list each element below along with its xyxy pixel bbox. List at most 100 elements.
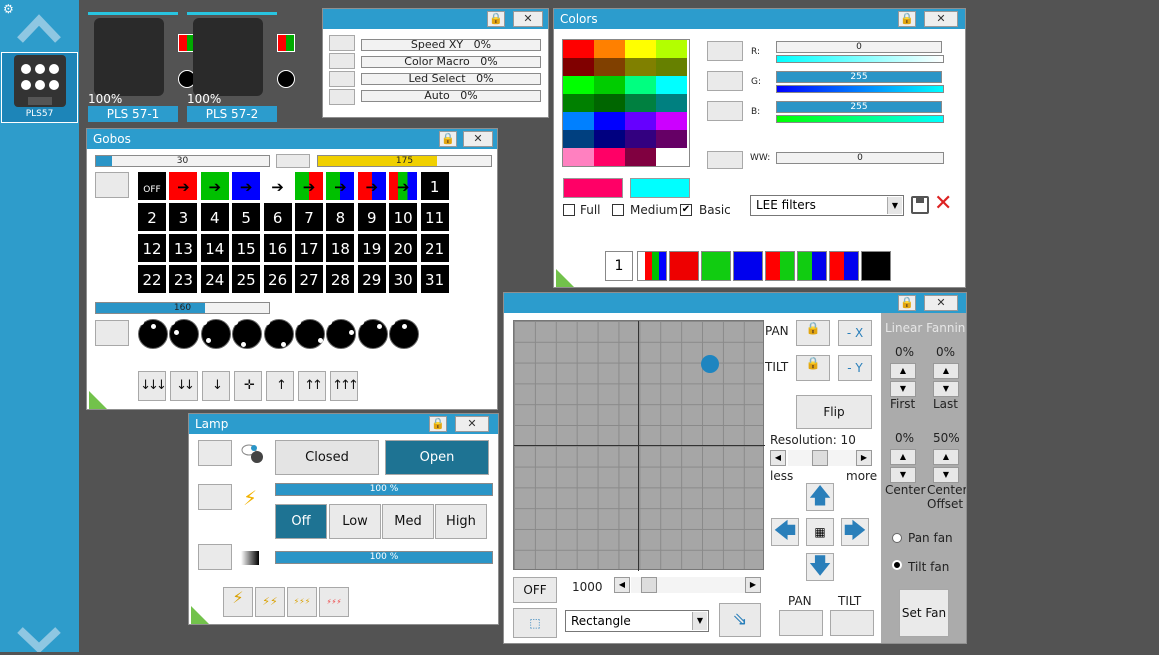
channel-bar[interactable]: Led Select 0% — [361, 73, 541, 85]
color-palette[interactable] — [562, 39, 690, 167]
palette-swatch[interactable] — [563, 130, 594, 148]
tilt-fan-radio[interactable] — [892, 560, 902, 570]
gobo-rotation-bar[interactable]: 30 — [95, 155, 270, 167]
gobo-cell[interactable]: 15 — [231, 233, 262, 263]
preset-number[interactable]: 1 — [605, 251, 633, 281]
gobo-off-cell[interactable]: OFF — [137, 171, 167, 201]
color-preset-swatch[interactable] — [861, 251, 891, 281]
color-macro-cell[interactable]: ➔ — [168, 171, 199, 201]
mode-med[interactable]: Med — [382, 504, 434, 539]
color-macro-cell[interactable]: ➔ — [262, 171, 293, 201]
arrow-right-button[interactable]: 🡆 — [841, 518, 869, 546]
close-button[interactable]: ✕ — [513, 11, 543, 27]
gobo-cell[interactable]: 4 — [199, 202, 230, 232]
palette-swatch[interactable] — [625, 112, 656, 130]
palette-swatch[interactable] — [656, 148, 687, 166]
selected-color-a[interactable] — [563, 178, 623, 198]
gobo-cell[interactable]: 14 — [199, 233, 230, 263]
palette-swatch[interactable] — [625, 76, 656, 94]
gobo-cell[interactable]: 19 — [356, 233, 387, 263]
gobo-open-button[interactable] — [95, 172, 129, 198]
slider-thumb[interactable] — [812, 450, 828, 466]
palette-swatch[interactable] — [656, 76, 687, 94]
gobo-cell[interactable]: 13 — [168, 233, 199, 263]
lock-icon[interactable]: 🔒 — [487, 11, 505, 27]
palette-swatch[interactable] — [563, 76, 594, 94]
pan-tilt-grid[interactable] — [513, 320, 765, 571]
strobe-2-button[interactable]: ⚡⚡ — [255, 587, 285, 617]
blue-button[interactable] — [707, 101, 743, 121]
gobo-cell[interactable]: 22 — [137, 264, 167, 294]
set-fan-button[interactable]: Set Fan — [899, 589, 949, 637]
ww-button[interactable] — [707, 151, 743, 169]
resolution-slider[interactable] — [788, 450, 860, 466]
channel-button[interactable] — [329, 89, 355, 105]
close-button[interactable]: ✕ — [924, 295, 958, 311]
palette-swatch[interactable] — [563, 112, 594, 130]
palette-swatch[interactable] — [625, 40, 656, 58]
gobo-move-button[interactable]: ↓↓ — [170, 371, 198, 401]
gobo-index-knob[interactable] — [389, 319, 420, 349]
resolution-less-button[interactable]: ◀ — [770, 450, 786, 466]
lock-icon[interactable]: 🔒 — [898, 295, 916, 311]
resize-handle[interactable] — [556, 269, 574, 287]
invert-x-button[interactable]: - X — [838, 320, 872, 346]
gobo-index-knob[interactable] — [200, 319, 231, 349]
dimmer-button[interactable] — [198, 544, 232, 570]
gobo-cell[interactable]: 24 — [199, 264, 230, 294]
gobo-index-knob[interactable] — [326, 319, 357, 349]
channel-bar[interactable]: Speed XY 0% — [361, 39, 541, 51]
chevron-up-icon[interactable] — [16, 10, 62, 46]
center-button[interactable]: ▦ — [806, 518, 834, 546]
color-preset-swatch[interactable] — [669, 251, 699, 281]
closed-button[interactable]: Closed — [275, 440, 379, 475]
color-preset-swatch[interactable] — [797, 251, 827, 281]
palette-swatch[interactable] — [594, 148, 625, 166]
gobo-cell[interactable]: 3 — [168, 202, 199, 232]
effect-apply-button[interactable]: ⇘ — [719, 603, 761, 637]
gobo-speed-bar[interactable]: 175 — [317, 155, 492, 167]
fixture-tile-2[interactable]: 100% PLS 57-2 — [187, 12, 295, 122]
gobo-cell[interactable]: 23 — [168, 264, 199, 294]
speed-increase-button[interactable]: ▶ — [745, 577, 761, 593]
gobo-cell[interactable]: 12 — [137, 233, 167, 263]
gobo-cell[interactable]: 20 — [388, 233, 419, 263]
channel-button[interactable] — [329, 71, 355, 87]
chevron-down-icon[interactable] — [16, 622, 62, 654]
resize-handle[interactable] — [191, 606, 209, 624]
gobo-index-bar[interactable]: 160 — [95, 302, 270, 314]
color-macro-cell[interactable]: ➔ — [388, 171, 419, 201]
gobo-index-knob[interactable] — [169, 319, 200, 349]
gobo-index-knob[interactable] — [263, 319, 294, 349]
palette-swatch[interactable] — [563, 58, 594, 76]
color-macro-cell[interactable]: ➔ — [199, 171, 230, 201]
gobo-cell[interactable]: 26 — [262, 264, 293, 294]
full-checkbox[interactable] — [563, 204, 575, 216]
center-up-button[interactable]: ▲ — [890, 449, 916, 465]
shape-preview-button[interactable]: ⬚ — [513, 608, 557, 638]
mode-low[interactable]: Low — [329, 504, 381, 539]
channel-button[interactable] — [329, 53, 355, 69]
gobo-button[interactable] — [276, 154, 310, 168]
pan-button[interactable] — [779, 610, 823, 636]
fixture-tile-1[interactable]: 100% PLS 57-1 — [88, 12, 196, 122]
off-button[interactable]: OFF — [513, 577, 557, 603]
resolution-more-button[interactable]: ▶ — [856, 450, 872, 466]
red-value-bar[interactable]: 0 — [776, 41, 942, 53]
palette-swatch[interactable] — [594, 40, 625, 58]
strobe-3-button[interactable]: ⚡⚡⚡ — [287, 587, 317, 617]
palette-swatch[interactable] — [563, 148, 594, 166]
gobo-wheel-button[interactable] — [95, 320, 129, 346]
center-down-button[interactable]: ▼ — [890, 467, 916, 483]
speed-decrease-button[interactable]: ◀ — [614, 577, 630, 593]
last-down-button[interactable]: ▼ — [933, 381, 959, 397]
palette-swatch[interactable] — [625, 148, 656, 166]
close-button[interactable]: ✕ — [455, 416, 489, 432]
position-dot[interactable] — [700, 354, 719, 373]
pan-lock-button[interactable]: 🔒 — [796, 320, 830, 346]
color-preset-swatch[interactable] — [829, 251, 859, 281]
arrow-up-button[interactable]: 🡅 — [806, 483, 834, 511]
red-button[interactable] — [707, 41, 743, 61]
power-button[interactable] — [198, 484, 232, 510]
last-up-button[interactable]: ▲ — [933, 363, 959, 379]
